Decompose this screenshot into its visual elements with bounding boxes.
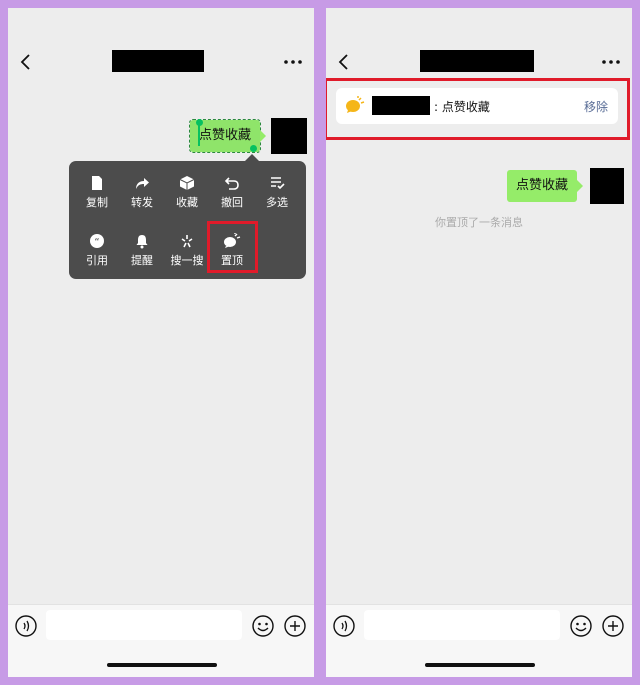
menu-item-label: 转发 — [131, 196, 153, 209]
more-icon[interactable] — [600, 52, 622, 72]
more-icon[interactable] — [282, 52, 304, 72]
plus-icon[interactable] — [284, 615, 306, 637]
menu-item-search[interactable]: 搜一搜 — [165, 233, 209, 277]
voice-icon[interactable] — [333, 615, 355, 637]
input-bar — [326, 604, 632, 677]
menu-item-multiselect[interactable]: 多选 — [255, 175, 299, 219]
forward-icon — [136, 178, 149, 189]
svg-text:“: “ — [94, 237, 99, 248]
copy-icon — [92, 176, 102, 190]
plus-icon[interactable] — [602, 615, 624, 637]
chat-title-redacted — [112, 50, 204, 72]
undo-icon — [224, 177, 239, 190]
message-bubble[interactable]: 点赞收藏 — [507, 170, 584, 202]
message-input[interactable] — [46, 610, 242, 640]
menu-item-label: 撤回 — [221, 196, 243, 209]
menu-item-forward[interactable]: 转发 — [120, 175, 164, 219]
home-indicator — [107, 663, 217, 667]
selection-handle-end[interactable] — [250, 145, 257, 152]
quote-icon: “ — [90, 234, 104, 248]
menu-item-label: 引用 — [86, 254, 108, 267]
avatar[interactable] — [590, 168, 624, 204]
context-menu: 复制 转发 收藏 撤回 多选 “ 引用 提醒 搜一搜 置顶 — [69, 154, 306, 279]
chat-screen-right: : 点赞收藏 移除 点赞收藏 你置顶了一条消息 — [326, 8, 632, 677]
menu-item-copy[interactable]: 复制 — [75, 175, 119, 219]
menu-item-label: 提醒 — [131, 254, 153, 267]
voice-icon[interactable] — [15, 615, 37, 637]
menu-item-label: 多选 — [266, 196, 288, 209]
bell-icon — [136, 235, 148, 249]
menu-item-remind[interactable]: 提醒 — [120, 233, 164, 277]
menu-item-label: 搜一搜 — [170, 254, 204, 267]
sparkle-icon — [181, 235, 193, 248]
system-notice: 你置顶了一条消息 — [435, 216, 523, 229]
menu-item-recall[interactable]: 撤回 — [210, 175, 254, 219]
emoji-icon[interactable] — [570, 615, 592, 637]
list-check-icon — [271, 177, 285, 190]
chevron-left-icon[interactable] — [18, 52, 34, 72]
avatar[interactable] — [271, 118, 307, 154]
input-bar — [8, 604, 314, 677]
emoji-icon[interactable] — [252, 615, 274, 637]
cube-icon — [179, 176, 195, 190]
menu-item-label: 复制 — [86, 196, 108, 209]
menu-item-label: 收藏 — [176, 196, 198, 209]
menu-item-quote[interactable]: “ 引用 — [75, 233, 119, 277]
highlight-pin-option — [207, 221, 258, 273]
highlight-pinned-bar — [326, 78, 630, 140]
home-indicator — [425, 663, 535, 667]
chat-screen-left: 点赞收藏 复制 转发 收藏 撤回 多选 “ 引用 提醒 搜一搜 置顶 — [8, 8, 314, 677]
message-input[interactable] — [364, 610, 560, 640]
menu-item-favorite[interactable]: 收藏 — [165, 175, 209, 219]
chat-title-redacted — [420, 50, 534, 72]
selection-bar-start — [198, 124, 200, 146]
chevron-left-icon[interactable] — [336, 52, 352, 72]
